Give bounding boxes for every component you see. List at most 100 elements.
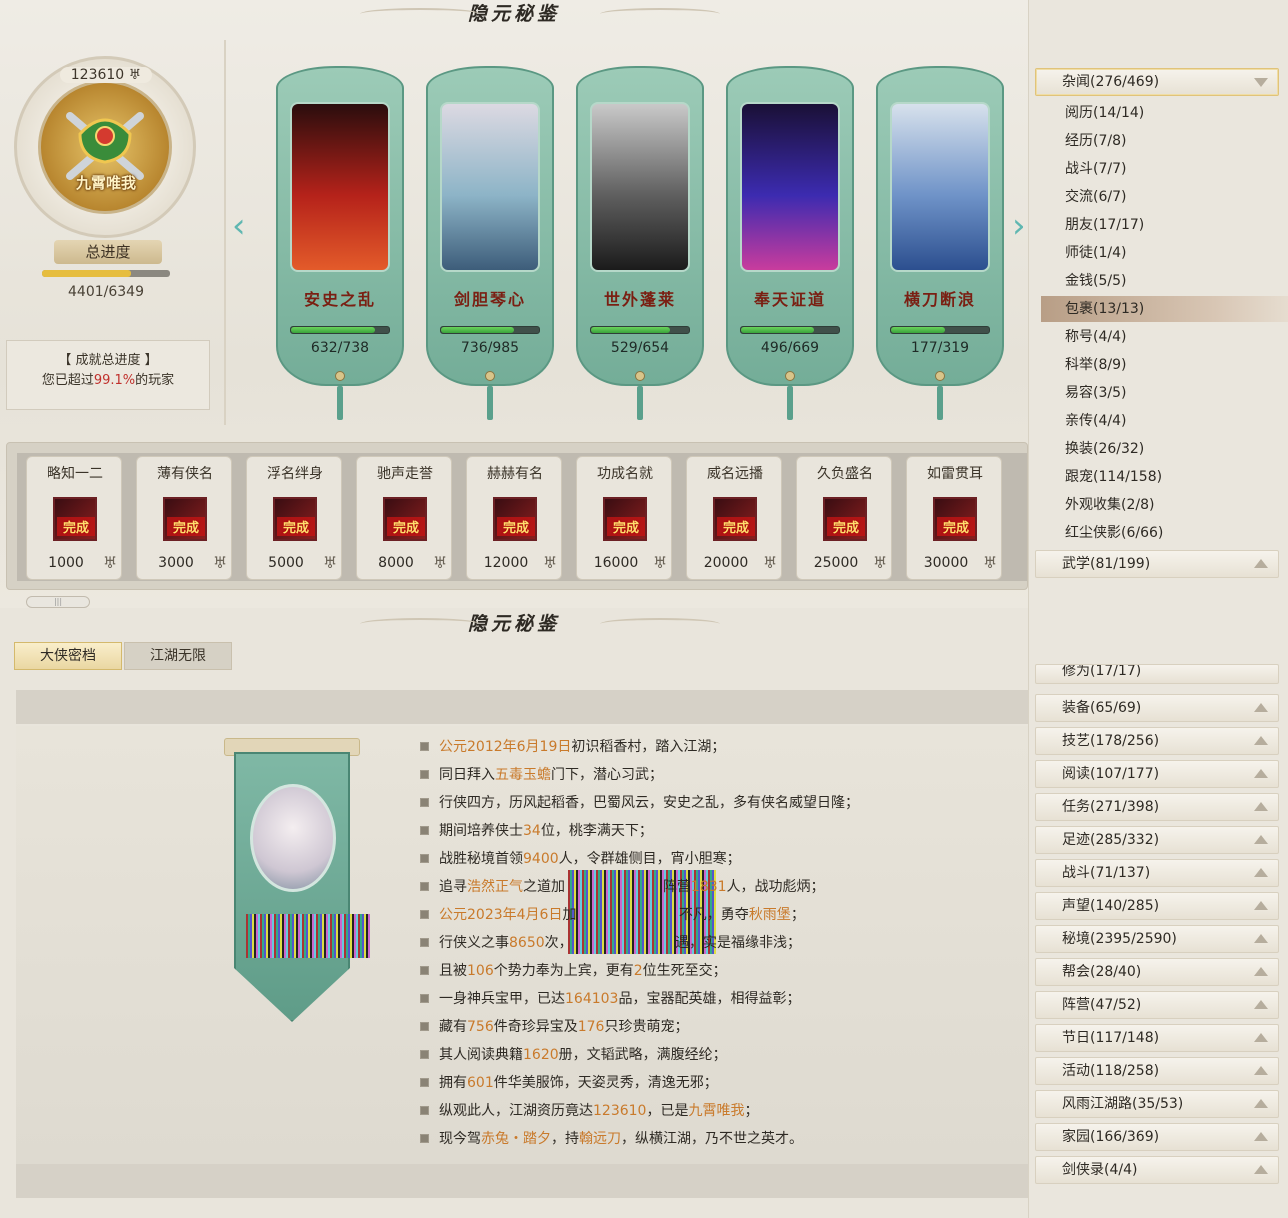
- milestone-tile[interactable]: 功成名就 完成 16000 ♅: [576, 456, 672, 580]
- completed-stamp: 完成: [387, 517, 425, 536]
- title-ornament-right: [600, 8, 720, 20]
- category-label: 节日(117/148): [1062, 1030, 1160, 1046]
- bio-text: 初识稻香村，踏入江湖；: [571, 739, 726, 755]
- chapter-progress-bar: [890, 326, 990, 334]
- horizontal-scrollbar[interactable]: |||: [26, 596, 90, 608]
- category-header[interactable]: 阅读(107/177): [1035, 760, 1279, 788]
- bio-text: 且被: [439, 963, 467, 979]
- milestone-tile[interactable]: 略知一二完成 1000 ♅: [26, 456, 122, 580]
- milestone-tile[interactable]: 久负盛名 完成 25000 ♅: [796, 456, 892, 580]
- category-header[interactable]: 声望(140/285): [1035, 892, 1279, 920]
- sub-category-item[interactable]: 师徒(1/4): [1041, 240, 1288, 266]
- title-bar: 隐元秘鉴: [0, 0, 1028, 30]
- category-header[interactable]: 技艺(178/256): [1035, 727, 1279, 755]
- robe-currency-icon: ♅: [433, 553, 448, 572]
- category-header-open[interactable]: 杂闻(276/469): [1035, 68, 1279, 96]
- category-header[interactable]: 任务(271/398): [1035, 793, 1279, 821]
- sub-category-item[interactable]: 交流(6/7): [1041, 184, 1288, 210]
- expand-arrow-icon: [1254, 835, 1268, 844]
- category-header[interactable]: 家园(166/369): [1035, 1123, 1279, 1151]
- category-header[interactable]: 足迹(285/332): [1035, 826, 1279, 854]
- title-ornament-right: [600, 618, 720, 630]
- expand-arrow-icon: [1254, 1000, 1268, 1009]
- expand-arrow-icon: [1254, 769, 1268, 778]
- category-label: 阅读(107/177): [1062, 766, 1160, 782]
- category-header[interactable]: 秘境(2395/2590): [1035, 925, 1279, 953]
- highlighted-text: 123610: [593, 1103, 647, 1119]
- category-header[interactable]: 阵营(47/52): [1035, 991, 1279, 1019]
- vertical-divider: [224, 40, 226, 425]
- tab-profile[interactable]: 大侠密档: [14, 642, 122, 670]
- total-progress-fill: [42, 270, 131, 277]
- chapter-card[interactable]: 世外蓬莱 529/654: [576, 66, 704, 420]
- sub-category-item[interactable]: 红尘侠影(6/66): [1041, 520, 1288, 546]
- completed-stamp: 完成: [497, 517, 535, 536]
- chapter-card[interactable]: 横刀断浪 177/319: [876, 66, 1004, 420]
- category-header[interactable]: 装备(65/69): [1035, 694, 1279, 722]
- sub-category-item[interactable]: 阅历(14/14): [1041, 100, 1288, 126]
- category-header-partial[interactable]: 修为(17/17): [1035, 664, 1279, 684]
- tab-jianghu[interactable]: 江湖无限: [124, 642, 232, 670]
- sub-category-item[interactable]: 跟宠(114/158): [1041, 464, 1288, 490]
- sub-category-item[interactable]: 外观收集(2/8): [1041, 492, 1288, 518]
- category-header[interactable]: 风雨江湖路(35/53): [1035, 1090, 1279, 1118]
- sub-category-item[interactable]: 换装(26/32): [1041, 436, 1288, 462]
- milestone-tile[interactable]: 驰声走誉 完成 8000 ♅: [356, 456, 452, 580]
- sub-category-item[interactable]: 包裹(13/13): [1041, 296, 1288, 322]
- category-label: 声望(140/285): [1062, 898, 1160, 914]
- bullet-icon: [420, 1106, 429, 1115]
- completed-stamp: 完成: [57, 517, 95, 536]
- milestone-threshold: 1000: [48, 555, 84, 571]
- sub-category-item[interactable]: 易容(3/5): [1041, 380, 1288, 406]
- milestone-name: 略知一二: [47, 466, 103, 482]
- category-header[interactable]: 战斗(71/137): [1035, 859, 1279, 887]
- milestone-tile[interactable]: 薄有侠名 完成 3000 ♅: [136, 456, 232, 580]
- sub-category-item[interactable]: 金钱(5/5): [1041, 268, 1288, 294]
- sub-category-item[interactable]: 战斗(7/7): [1041, 156, 1288, 182]
- prev-arrow-icon[interactable]: ‹: [232, 206, 246, 246]
- bullet-icon: [420, 938, 429, 947]
- milestone-threshold: 16000: [593, 555, 639, 571]
- bio-text: [576, 907, 678, 923]
- category-label: 风雨江湖路(35/53): [1062, 1096, 1184, 1112]
- bio-text: 加: [562, 907, 577, 923]
- category-header[interactable]: 帮会(28/40): [1035, 958, 1279, 986]
- expand-arrow-icon: [1254, 802, 1268, 811]
- milestone-name: 薄有侠名: [157, 466, 213, 482]
- expand-arrow-icon: [1254, 703, 1268, 712]
- milestone-tile[interactable]: 如雷贯耳 完成 30000 ♅: [906, 456, 1002, 580]
- biography-line: 拥有601件华美服饰，天姿灵秀，清逸无邪；: [420, 1072, 1020, 1100]
- chapter-card[interactable]: 奉天证道 496/669: [726, 66, 854, 420]
- category-header[interactable]: 剑侠录(4/4): [1035, 1156, 1279, 1184]
- bio-text: 遇，实是福缘非浅；: [675, 935, 801, 951]
- bio-text: ，持: [551, 1131, 579, 1147]
- next-arrow-icon[interactable]: ›: [1012, 206, 1026, 246]
- chapter-card[interactable]: 安史之乱 632/738: [276, 66, 404, 420]
- chapter-artwork: [590, 102, 690, 272]
- milestone-tile[interactable]: 浮名绊身 完成 5000 ♅: [246, 456, 342, 580]
- sub-category-item[interactable]: 朋友(17/17): [1041, 212, 1288, 238]
- sub-category-item[interactable]: 科举(8/9): [1041, 352, 1288, 378]
- completed-stamp: 完成: [717, 517, 755, 536]
- milestone-tile[interactable]: 威名远播 完成 20000 ♅: [686, 456, 782, 580]
- biography-line: 且被106个势力奉为上宾，更有2位生死至交；: [420, 960, 1020, 988]
- sub-category-item[interactable]: 称号(4/4): [1041, 324, 1288, 350]
- category-header[interactable]: 活动(118/258): [1035, 1057, 1279, 1085]
- category-header[interactable]: 节日(117/148): [1035, 1024, 1279, 1052]
- bio-text: 行侠四方，历风起稻香，巴蜀风云，安史之乱，多有侠名威望日隆；: [439, 795, 859, 811]
- category-header-wuxue[interactable]: 武学(81/199): [1035, 550, 1279, 578]
- category-label: 帮会(28/40): [1062, 964, 1142, 980]
- milestone-reward-icon: 完成: [53, 497, 97, 541]
- tassel-knot-icon: [635, 371, 645, 381]
- bio-text: 拥有: [439, 1075, 467, 1091]
- sub-category-item[interactable]: 亲传(4/4): [1041, 408, 1288, 434]
- robe-currency-icon: ♅: [103, 553, 118, 572]
- biography-line: 藏有756件奇珍异宝及176只珍贵萌宠；: [420, 1016, 1020, 1044]
- milestone-tile[interactable]: 赫赫有名 完成 12000 ♅: [466, 456, 562, 580]
- bullet-icon: [420, 742, 429, 751]
- tassel-icon: [337, 386, 343, 420]
- chapter-card[interactable]: 剑胆琴心 736/985: [426, 66, 554, 420]
- sub-category-item[interactable]: 经历(7/8): [1041, 128, 1288, 154]
- scroll-bottom-roller: [16, 1164, 1028, 1198]
- category-label: 活动(118/258): [1062, 1063, 1160, 1079]
